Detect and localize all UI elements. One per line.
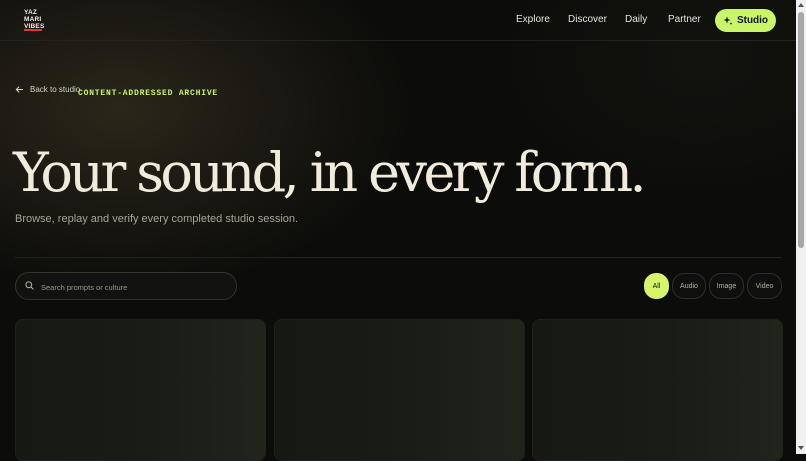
top-navigation-bar: YAZ MARI VIBES Explore Discover Daily Pa… bbox=[0, 0, 796, 41]
back-to-studio-link[interactable]: Back to studio bbox=[15, 83, 80, 95]
nav-link-partner[interactable]: Partner bbox=[668, 14, 701, 25]
scrollbar-thumb[interactable] bbox=[798, 12, 804, 248]
sparkle-icon bbox=[723, 16, 733, 25]
nav-link-discover[interactable]: Discover bbox=[568, 14, 607, 25]
divider bbox=[15, 257, 781, 258]
session-card[interactable] bbox=[532, 319, 783, 461]
studio-button[interactable]: Studio bbox=[715, 9, 776, 32]
search-input[interactable] bbox=[39, 278, 233, 296]
page-subtitle: Browse, replay and verify every complete… bbox=[15, 213, 299, 225]
filter-chip-video[interactable]: Video bbox=[747, 273, 782, 299]
filter-chip-all[interactable]: All bbox=[644, 273, 669, 299]
session-card[interactable] bbox=[15, 319, 266, 461]
nav-link-explore[interactable]: Explore bbox=[516, 14, 550, 25]
nav-link-daily[interactable]: Daily bbox=[625, 14, 647, 25]
logo-underline bbox=[24, 29, 42, 31]
arrow-left-icon bbox=[15, 85, 23, 93]
back-link-label: Back to studio bbox=[30, 84, 81, 94]
eyebrow-label: CONTENT-ADDRESSED ARCHIVE bbox=[78, 89, 219, 98]
brand-logo[interactable]: YAZ MARI VIBES bbox=[24, 9, 44, 32]
search-box bbox=[15, 272, 237, 300]
page-scrollbar[interactable] bbox=[796, 0, 806, 454]
filter-chip-image[interactable]: Image bbox=[709, 273, 744, 299]
page-title: Your sound, in every form. bbox=[13, 141, 647, 204]
filter-chip-audio[interactable]: Audio bbox=[672, 273, 706, 299]
session-card[interactable] bbox=[274, 319, 525, 461]
scroll-up-arrow-icon[interactable] bbox=[798, 3, 804, 7]
scroll-down-arrow-icon[interactable] bbox=[798, 446, 804, 450]
search-icon bbox=[25, 281, 34, 290]
studio-button-label: Studio bbox=[736, 15, 769, 26]
